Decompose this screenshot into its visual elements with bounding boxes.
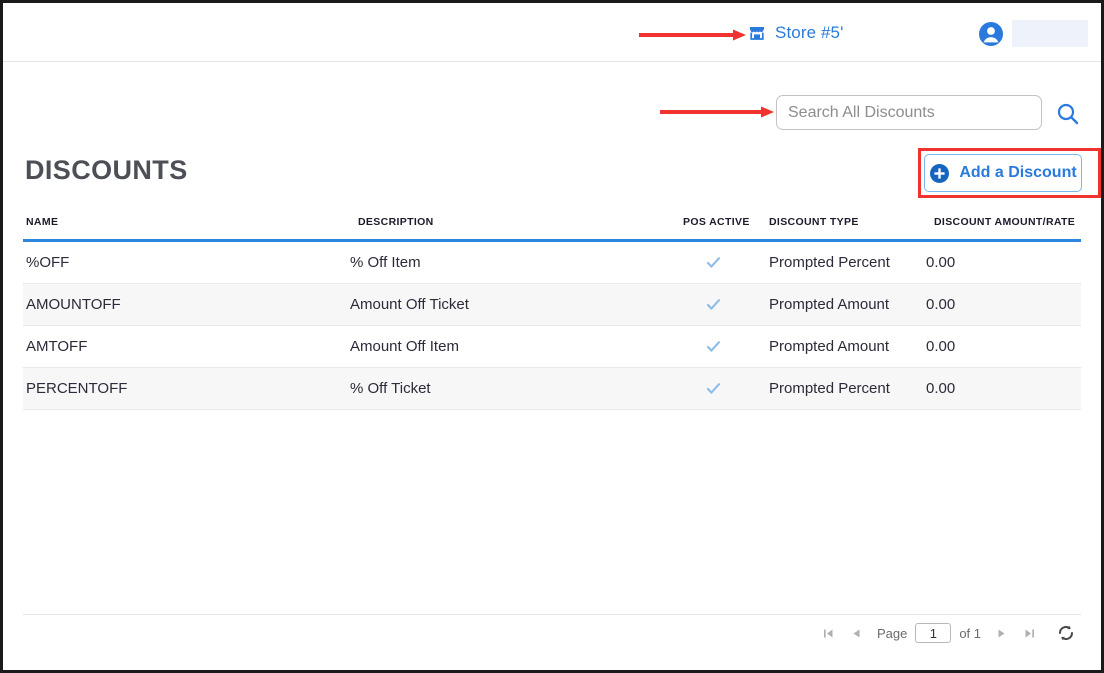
table-row[interactable]: AMTOFF Amount Off Item Prompted Amount 0… <box>23 326 1081 368</box>
cell-name: AMTOFF <box>26 338 88 355</box>
store-label: Store #5' <box>775 23 844 42</box>
cell-pos-active <box>683 295 743 312</box>
table-row[interactable]: AMOUNTOFF Amount Off Ticket Prompted Amo… <box>23 284 1081 326</box>
search-icon[interactable] <box>1055 101 1081 127</box>
search-input[interactable] <box>776 95 1042 130</box>
cell-name: PERCENTOFF <box>26 380 128 397</box>
table-row[interactable]: %OFF % Off Item Prompted Percent 0.00 <box>23 242 1081 284</box>
search-field-wrapper <box>776 95 1042 130</box>
next-page-icon[interactable] <box>989 621 1013 645</box>
column-header-name[interactable]: NAME <box>26 216 58 228</box>
plus-circle-icon <box>929 163 950 184</box>
table-row[interactable]: PERCENTOFF % Off Ticket Prompted Percent… <box>23 368 1081 410</box>
cell-amount-rate: 0.00 <box>926 338 956 355</box>
page-label: Page <box>876 625 908 641</box>
pagination-bar: Page of 1 <box>817 620 1079 646</box>
first-page-icon[interactable] <box>817 621 841 645</box>
storefront-icon <box>748 24 766 42</box>
page-of-label: of 1 <box>959 625 981 641</box>
app-window: Store #5' DISCOUNTS <box>0 0 1104 673</box>
page-title: DISCOUNTS <box>25 155 188 185</box>
previous-page-icon[interactable] <box>845 621 869 645</box>
top-bar: Store #5' <box>3 3 1101 62</box>
user-name <box>1012 20 1088 47</box>
page-number-input[interactable] <box>915 623 952 643</box>
column-header-pos-active[interactable]: POS ACTIVE <box>683 216 750 228</box>
store-selector[interactable]: Store #5' <box>748 23 843 43</box>
add-a-discount-label: Add a Discount <box>959 164 1077 181</box>
cell-description: % Off Ticket <box>350 380 431 397</box>
cell-description: Amount Off Ticket <box>350 296 469 313</box>
cell-description: % Off Item <box>350 254 421 271</box>
cell-description: Amount Off Item <box>350 338 459 355</box>
column-header-discount-type[interactable]: DISCOUNT TYPE <box>769 216 859 228</box>
cell-discount-type: Prompted Amount <box>769 338 890 355</box>
cell-amount-rate: 0.00 <box>926 254 956 271</box>
add-a-discount-button[interactable]: Add a Discount <box>924 154 1082 192</box>
cell-pos-active <box>683 337 743 354</box>
cell-amount-rate: 0.00 <box>926 380 956 397</box>
discounts-table: NAME DESCRIPTION POS ACTIVE DISCOUNT TYP… <box>23 213 1081 410</box>
cell-discount-type: Prompted Percent <box>769 254 890 271</box>
annotation-arrow-search <box>660 105 775 119</box>
user-avatar-icon <box>978 21 1004 47</box>
last-page-icon[interactable] <box>1017 621 1041 645</box>
user-area[interactable] <box>978 20 1088 47</box>
table-header-row: NAME DESCRIPTION POS ACTIVE DISCOUNT TYP… <box>23 213 1081 242</box>
cell-discount-type: Prompted Amount <box>769 296 890 313</box>
cell-name: AMOUNTOFF <box>26 296 121 313</box>
column-header-discount-amount-rate[interactable]: DISCOUNT AMOUNT/RATE <box>934 216 1075 228</box>
cell-amount-rate: 0.00 <box>926 296 956 313</box>
cell-pos-active <box>683 253 743 270</box>
cell-discount-type: Prompted Percent <box>769 380 890 397</box>
pagination-divider <box>23 614 1081 615</box>
column-header-description[interactable]: DESCRIPTION <box>358 216 434 228</box>
refresh-icon[interactable] <box>1053 620 1079 646</box>
cell-pos-active <box>683 379 743 396</box>
cell-name: %OFF <box>26 254 70 271</box>
